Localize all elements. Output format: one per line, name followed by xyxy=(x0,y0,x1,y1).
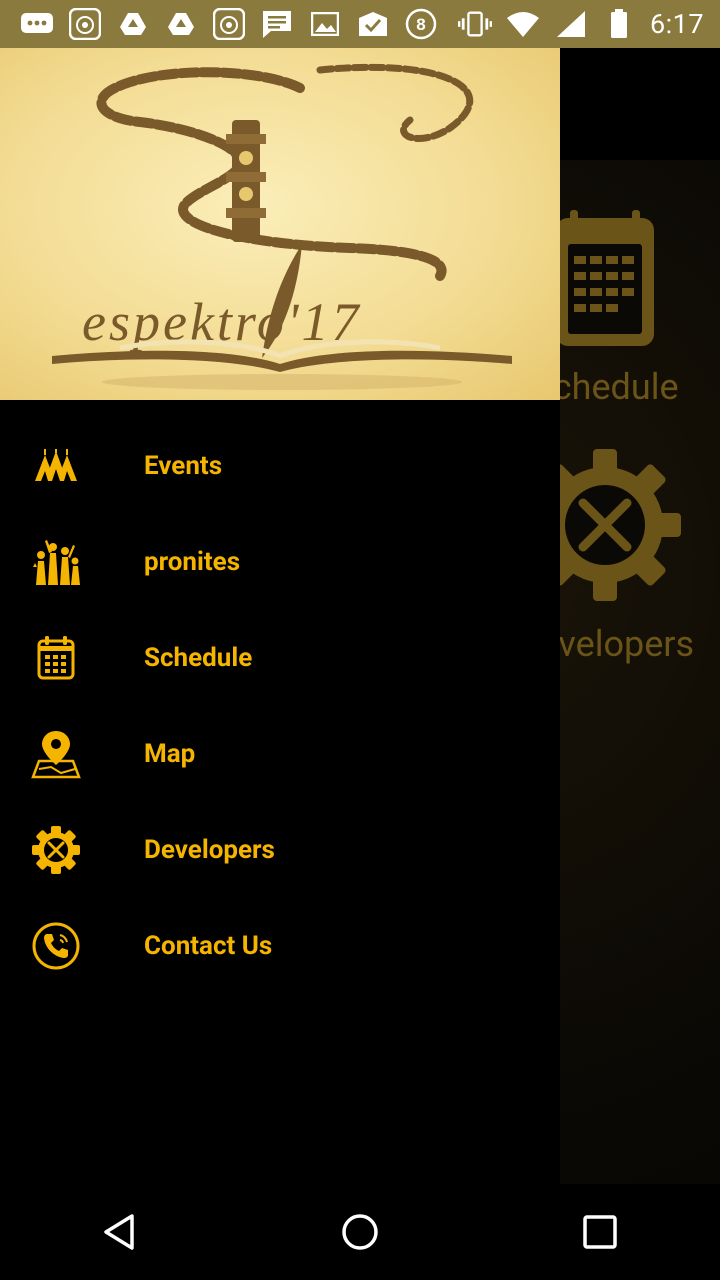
drive-icon xyxy=(164,9,198,39)
image-icon xyxy=(308,9,342,39)
system-nav-bar xyxy=(0,1184,720,1280)
menu-item-map[interactable]: Map xyxy=(0,706,560,802)
notification-icons: 8 xyxy=(0,8,438,40)
navigation-drawer: espektro'17 Events pronites Schedule Map… xyxy=(0,48,560,1184)
menu-item-label: Map xyxy=(144,739,196,769)
espektro-logo: espektro'17 xyxy=(52,63,512,390)
app-badge-icon xyxy=(212,8,246,40)
status-bar: 8 6:17 xyxy=(0,0,720,48)
recents-button[interactable] xyxy=(550,1184,650,1280)
menu-item-label: Schedule xyxy=(144,643,253,673)
phone-icon xyxy=(30,920,82,972)
menu-item-label: Developers xyxy=(144,835,275,865)
back-button[interactable] xyxy=(70,1184,170,1280)
mail-check-icon xyxy=(356,9,390,39)
clock: 6:17 xyxy=(649,8,704,40)
message-icon xyxy=(260,9,294,39)
menu-item-contact-us[interactable]: Contact Us xyxy=(0,898,560,994)
home-icon xyxy=(342,1214,378,1250)
calendar-icon xyxy=(30,632,82,684)
chat-bubble-icon xyxy=(20,9,54,39)
vibrate-icon xyxy=(457,9,492,39)
calendar-icon xyxy=(556,210,654,346)
map-pin-icon xyxy=(30,728,82,780)
drawer-menu: Events pronites Schedule Map Developers … xyxy=(0,400,560,994)
battery-icon xyxy=(602,9,636,39)
app-badge-icon xyxy=(68,8,102,40)
circus-tent-icon xyxy=(30,440,82,492)
back-icon xyxy=(104,1214,134,1250)
menu-item-pronites[interactable]: pronites xyxy=(0,514,560,610)
svg-text:8: 8 xyxy=(416,15,425,34)
wifi-icon xyxy=(506,9,540,39)
menu-item-label: Events xyxy=(144,451,223,481)
home-button[interactable] xyxy=(310,1184,410,1280)
system-icons: 6:17 xyxy=(457,0,704,48)
menu-item-label: Contact Us xyxy=(144,931,273,961)
recents-icon xyxy=(583,1215,617,1249)
crowd-icon xyxy=(30,536,82,588)
drawer-header: espektro'17 xyxy=(0,48,560,400)
menu-item-developers[interactable]: Developers xyxy=(0,802,560,898)
drive-icon xyxy=(116,9,150,39)
menu-item-schedule[interactable]: Schedule xyxy=(0,610,560,706)
menu-item-label: pronites xyxy=(144,547,241,577)
menu-item-events[interactable]: Events xyxy=(0,418,560,514)
cell-signal-icon xyxy=(554,9,588,39)
number-8-badge-icon: 8 xyxy=(404,8,438,40)
gear-tools-icon xyxy=(30,824,82,876)
